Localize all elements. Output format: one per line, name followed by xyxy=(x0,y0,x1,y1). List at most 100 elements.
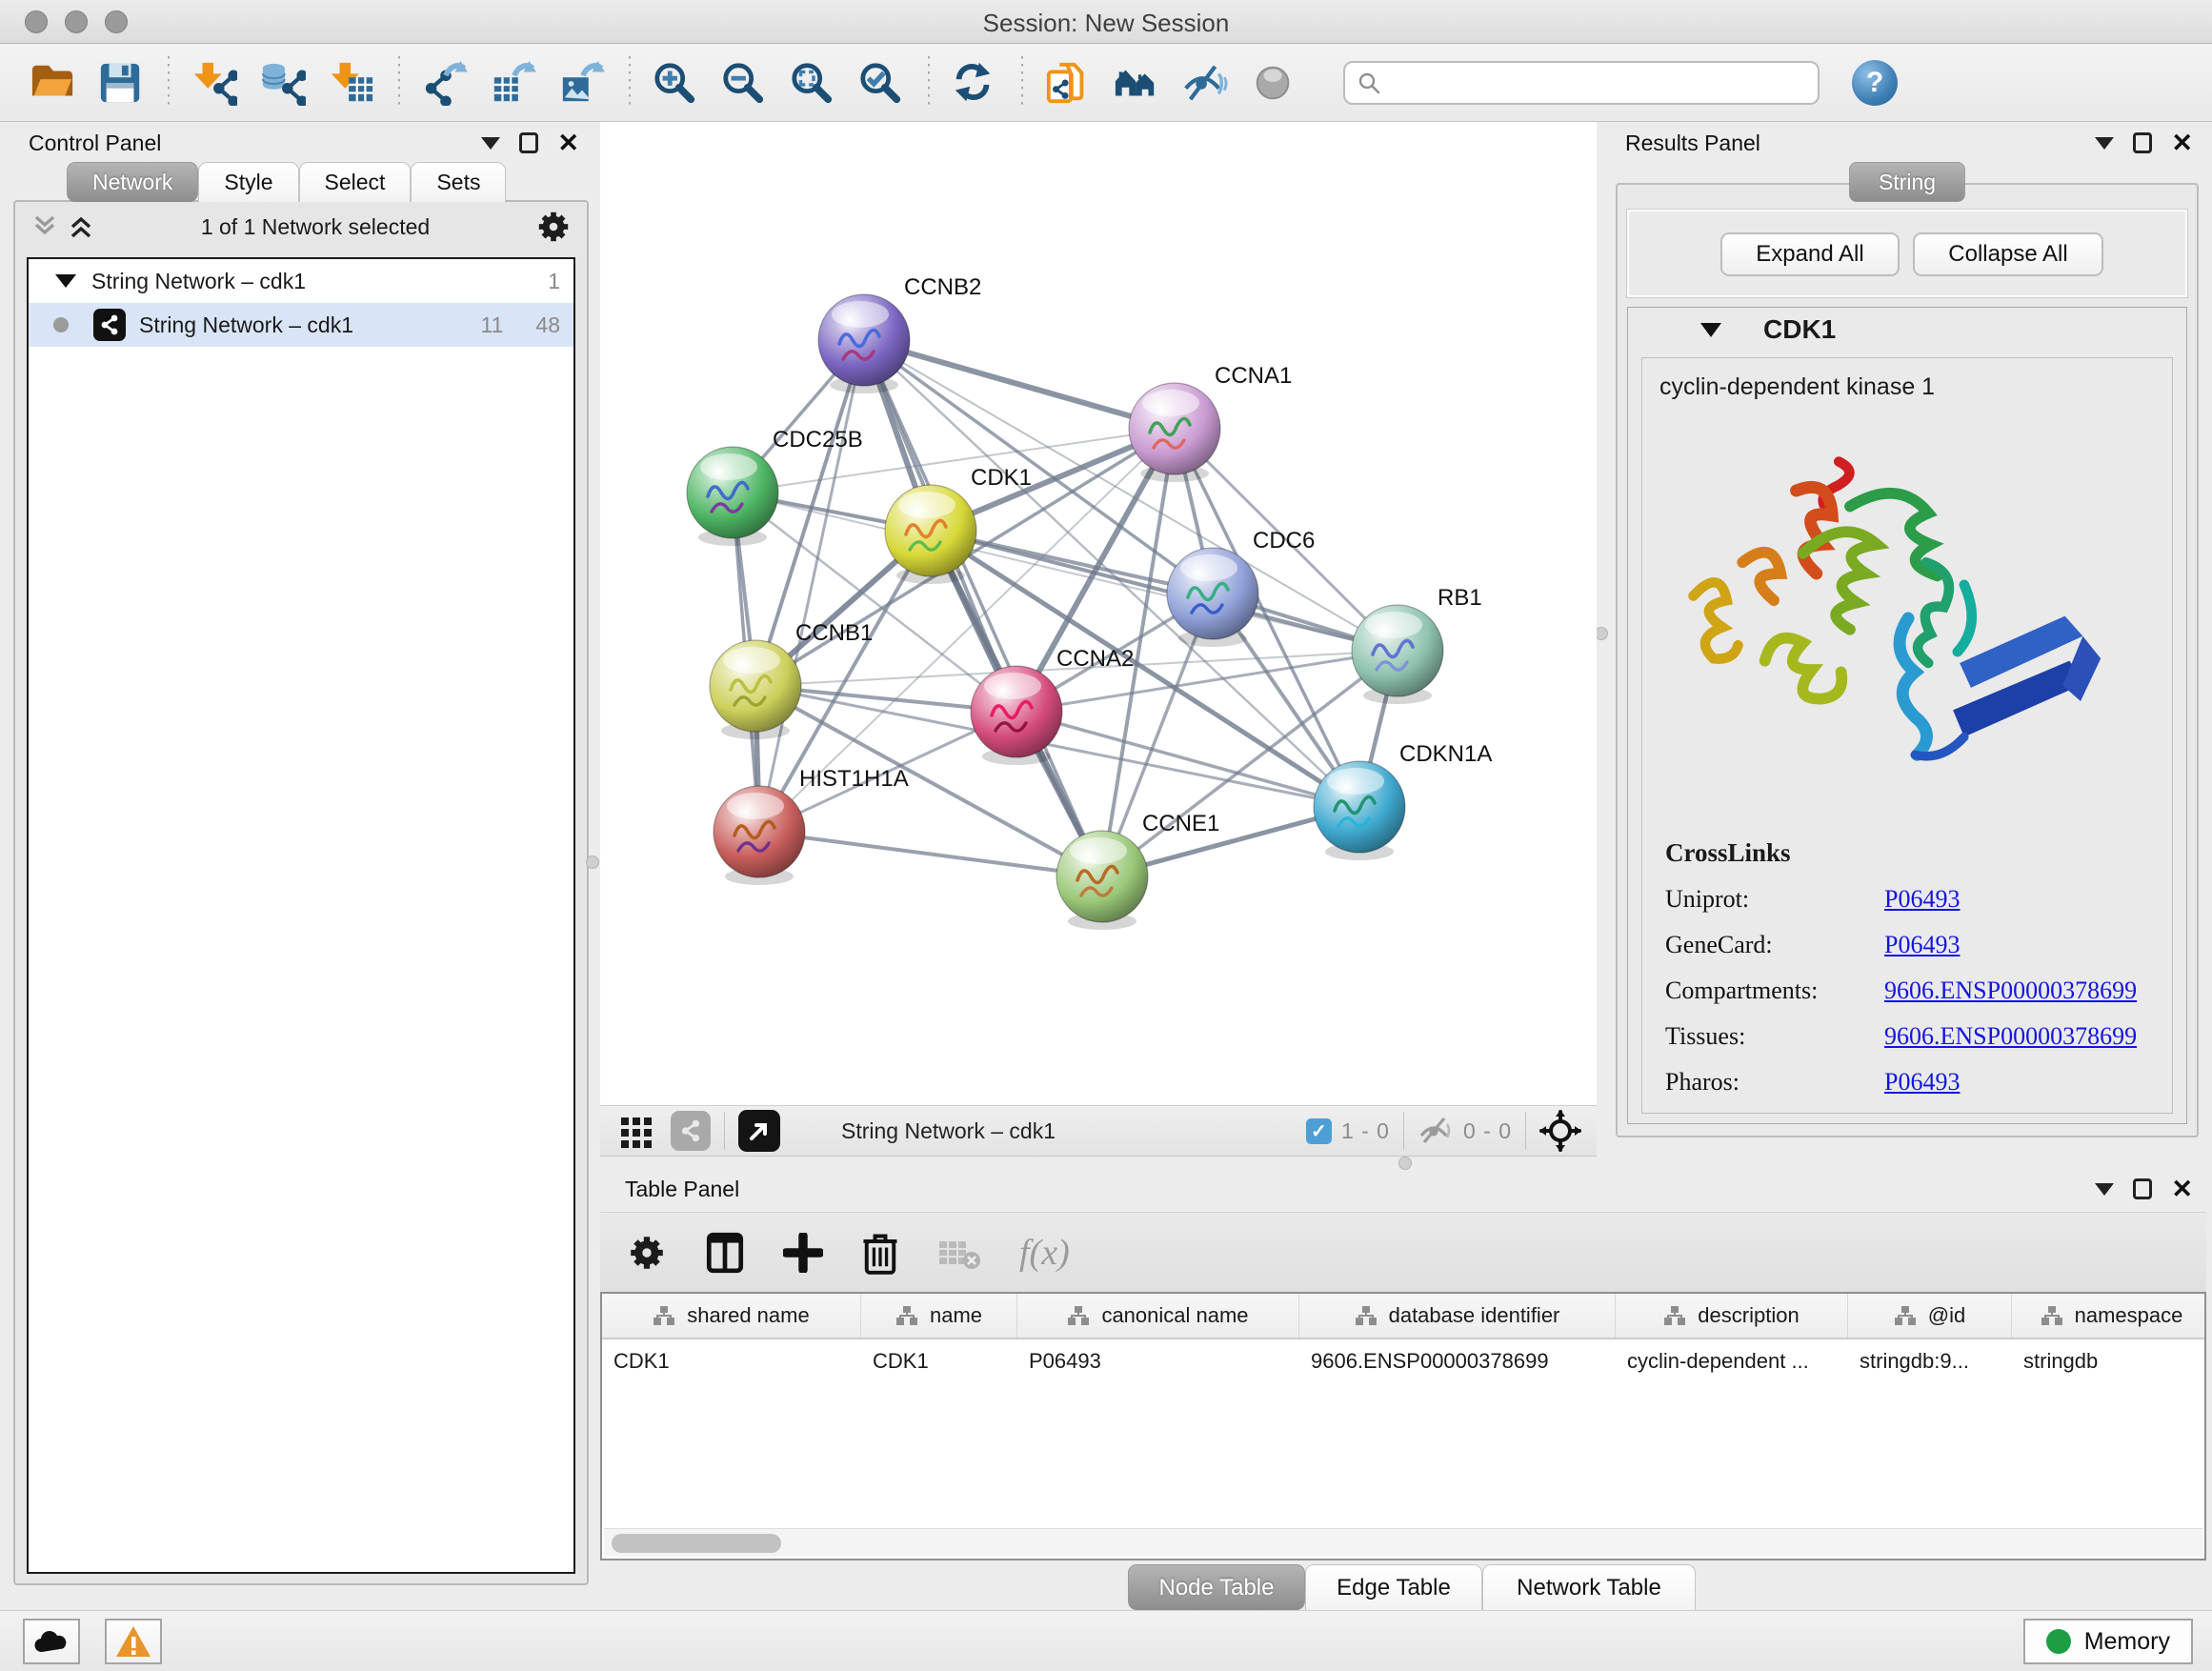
node-CCNB1[interactable]: CCNB1 xyxy=(710,620,873,739)
export-network-button[interactable] xyxy=(417,55,473,111)
cloud-button[interactable] xyxy=(23,1619,80,1664)
import-network-from-file-button[interactable] xyxy=(187,55,242,111)
collapse-all-icon[interactable] xyxy=(30,211,59,242)
apply-preferred-layout-button[interactable] xyxy=(947,55,1002,111)
tab-network-table[interactable]: Network Table xyxy=(1482,1564,1696,1610)
toolbar-separator xyxy=(1021,56,1023,110)
fit-selected-crosshair-icon[interactable] xyxy=(1539,1110,1581,1152)
tab-string[interactable]: String xyxy=(1849,162,1965,202)
control-panel-float-icon[interactable] xyxy=(519,132,538,153)
tab-style[interactable]: Style xyxy=(198,162,298,202)
table-panel-menu-icon[interactable] xyxy=(2095,1183,2114,1196)
tab-edge-table[interactable]: Edge Table xyxy=(1305,1564,1482,1610)
results-panel-menu-icon[interactable] xyxy=(2095,137,2114,150)
tab-sets[interactable]: Sets xyxy=(411,162,506,202)
delete-column-trash-icon[interactable] xyxy=(861,1231,899,1275)
tab-select[interactable]: Select xyxy=(299,162,412,202)
import-table-from-file-button[interactable] xyxy=(324,55,379,111)
memory-button[interactable]: Memory xyxy=(2023,1619,2193,1664)
node-CDC6[interactable]: CDC6 xyxy=(1167,528,1315,647)
hide-graphics-details-button[interactable] xyxy=(1177,55,1233,111)
network-collection-row[interactable]: String Network – cdk1 1 xyxy=(29,259,573,303)
column-header-canonical-name[interactable]: canonical name xyxy=(1017,1294,1299,1338)
table-cell[interactable]: stringdb:9... xyxy=(1848,1339,2012,1383)
table-panel-close-icon[interactable]: ✕ xyxy=(2171,1177,2193,1202)
column-header-namespace[interactable]: namespace xyxy=(2012,1294,2206,1338)
create-column-plus-icon[interactable] xyxy=(783,1233,823,1273)
column-header-shared-name[interactable]: shared name xyxy=(602,1294,861,1338)
node-CDKN1A[interactable]: CDKN1A xyxy=(1314,741,1492,860)
result-entry-header[interactable]: CDK1 xyxy=(1628,308,2186,352)
right-splitter-handle[interactable] xyxy=(1595,627,1608,640)
detach-view-icon[interactable] xyxy=(738,1110,780,1152)
crosslink-link[interactable]: 9606.ENSP00000378699 xyxy=(1884,1022,2137,1051)
table-cell[interactable]: stringdb xyxy=(2012,1339,2206,1383)
edge-CCNB2-CCNE1[interactable] xyxy=(864,340,1102,876)
edge-CDK1-RB1[interactable] xyxy=(931,531,1398,651)
crosslink-link[interactable]: P06493 xyxy=(1884,1068,1960,1097)
node-CCNB2[interactable]: CCNB2 xyxy=(818,274,981,393)
expand-all-button[interactable]: Expand All xyxy=(1720,232,1900,276)
table-cell[interactable]: CDK1 xyxy=(861,1339,1017,1383)
table-cell[interactable]: cyclin-dependent ... xyxy=(1616,1339,1848,1383)
expand-all-icon[interactable] xyxy=(67,211,95,242)
search-input[interactable] xyxy=(1381,70,1806,95)
tab-network[interactable]: Network xyxy=(67,162,198,202)
show-columns-icon[interactable] xyxy=(705,1231,745,1275)
node-CDK1[interactable]: CDK1 xyxy=(885,465,1032,584)
network-options-gear-icon[interactable] xyxy=(535,209,572,245)
collection-expand-icon[interactable] xyxy=(55,274,76,288)
hidden-elements-icon[interactable] xyxy=(1418,1115,1454,1147)
table-cell[interactable]: CDK1 xyxy=(602,1339,861,1383)
entry-collapse-icon[interactable] xyxy=(1700,323,1721,337)
search-icon xyxy=(1357,70,1381,95)
table-horizontal-scrollbar[interactable] xyxy=(604,1528,2202,1557)
zoom-selected-button[interactable] xyxy=(854,55,909,111)
help-button[interactable]: ? xyxy=(1852,60,1898,106)
table-cell[interactable]: P06493 xyxy=(1017,1339,1299,1383)
crosslink-link[interactable]: P06493 xyxy=(1884,885,1960,914)
network-canvas[interactable]: CCNB2 CCNA1 CDC25B CDK1 CDC6 RB1 CCNB1 C… xyxy=(600,122,1597,1105)
table-panel-splitter[interactable] xyxy=(600,1158,2212,1168)
control-panel-menu-icon[interactable] xyxy=(481,137,500,150)
node-RB1[interactable]: RB1 xyxy=(1352,585,1482,704)
edge-HIST1H1A-CCNE1[interactable] xyxy=(759,832,1102,876)
collapse-all-button[interactable]: Collapse All xyxy=(1913,232,2103,276)
tab-node-table[interactable]: Node Table xyxy=(1128,1564,1305,1610)
zoom-in-button[interactable] xyxy=(648,55,703,111)
open-session-button[interactable] xyxy=(25,55,80,111)
birds-eye-view-icon[interactable] xyxy=(617,1112,655,1150)
edge-CCNB2-HIST1H1A[interactable] xyxy=(759,340,864,832)
node-CDC25B[interactable]: CDC25B xyxy=(687,427,863,546)
column-type-icon xyxy=(1067,1305,1090,1326)
export-image-button[interactable] xyxy=(554,55,610,111)
selected-nodes-checkbox-icon[interactable]: ✓ xyxy=(1306,1118,1332,1144)
clone-network-button[interactable] xyxy=(1040,55,1096,111)
table-row[interactable]: CDK1CDK1P064939606.ENSP00000378699cyclin… xyxy=(602,1339,2204,1383)
string-protein-query-button[interactable] xyxy=(1109,55,1164,111)
show-graphics-details-button[interactable] xyxy=(1246,55,1301,111)
warnings-button[interactable] xyxy=(105,1619,162,1664)
table-options-gear-icon[interactable] xyxy=(627,1233,667,1273)
network-view-grid-icon[interactable] xyxy=(671,1111,711,1151)
table-panel-float-icon[interactable] xyxy=(2133,1178,2152,1199)
control-panel-close-icon[interactable]: ✕ xyxy=(557,131,579,156)
zoom-fit-button[interactable] xyxy=(785,55,840,111)
import-network-from-database-button[interactable] xyxy=(255,55,311,111)
export-table-button[interactable] xyxy=(486,55,541,111)
zoom-out-button[interactable] xyxy=(716,55,772,111)
scrollbar-thumb[interactable] xyxy=(612,1534,781,1553)
column-header-name[interactable]: name xyxy=(861,1294,1017,1338)
column-header--id[interactable]: @id xyxy=(1848,1294,2012,1338)
crosslink-link[interactable]: 9606.ENSP00000378699 xyxy=(1884,976,2137,1005)
column-header-database-identifier[interactable]: database identifier xyxy=(1299,1294,1616,1338)
results-panel-close-icon[interactable]: ✕ xyxy=(2171,131,2193,156)
node-HIST1H1A[interactable]: HIST1H1A xyxy=(714,766,909,885)
table-cell[interactable]: 9606.ENSP00000378699 xyxy=(1299,1339,1616,1383)
column-header-description[interactable]: description xyxy=(1616,1294,1848,1338)
left-splitter-handle[interactable] xyxy=(586,856,599,869)
crosslink-link[interactable]: P06493 xyxy=(1884,931,1960,959)
network-row[interactable]: String Network – cdk1 11 48 xyxy=(29,303,573,347)
save-session-button[interactable] xyxy=(93,55,149,111)
results-panel-float-icon[interactable] xyxy=(2133,132,2152,153)
